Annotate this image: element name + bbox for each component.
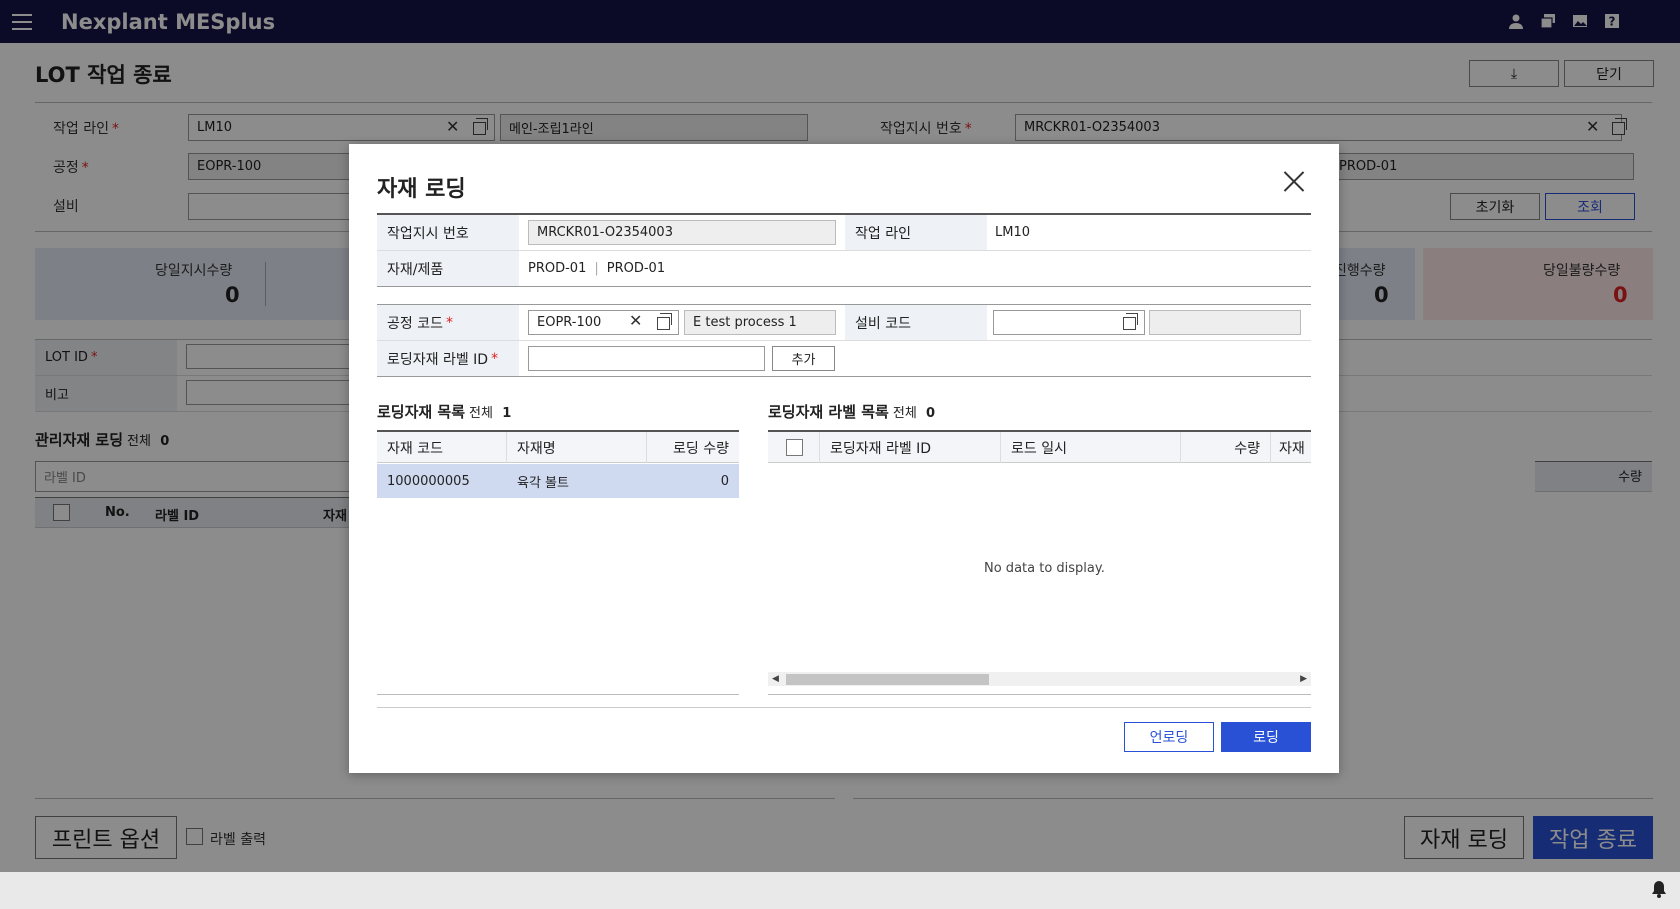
scroll-left-icon[interactable]: ◀: [772, 672, 779, 686]
clear-icon[interactable]: ✕: [629, 311, 642, 330]
grid-header: 로딩자재 라벨 ID 로드 일시 수량 자재: [768, 432, 1311, 463]
close-icon[interactable]: [1283, 170, 1305, 192]
loading-material-list-title: 로딩자재 목록 전체 1: [377, 403, 512, 421]
load-button[interactable]: 로딩: [1221, 722, 1311, 752]
material-value: PROD-01 | PROD-01: [528, 261, 666, 276]
popup-icon[interactable]: [657, 313, 672, 330]
label-id-label: 로딩자재 라벨 ID *: [377, 341, 519, 376]
wo-field: MRCKR01-O2354003: [528, 220, 836, 245]
loading-label-grid: 로딩자재 라벨 ID 로드 일시 수량 자재 No data to displa…: [768, 430, 1311, 695]
scroll-right-icon[interactable]: ▶: [1300, 672, 1307, 686]
wo-label: 작업지시 번호: [377, 215, 519, 250]
unload-button[interactable]: 언로딩: [1124, 722, 1214, 752]
equip-code-label: 설비 코드: [845, 305, 987, 340]
line-label: 작업 라인: [845, 215, 987, 250]
select-all-checkbox[interactable]: [786, 439, 803, 456]
horizontal-scrollbar[interactable]: ◀ ▶: [768, 672, 1311, 686]
empty-message: No data to display.: [984, 561, 1105, 576]
table-row[interactable]: 1000000005 육각 볼트 0: [377, 464, 739, 498]
line-value: LM10: [995, 225, 1031, 240]
grid-header: 자재 코드 자재명 로딩 수량: [377, 432, 739, 463]
bell-icon[interactable]: [1650, 880, 1668, 898]
material-label: 자재/제품: [377, 251, 519, 286]
material-loading-dialog: 자재 로딩 작업지시 번호 MRCKR01-O2354003 작업 라인 LM1…: [349, 144, 1339, 773]
popup-icon[interactable]: [1123, 313, 1138, 330]
equip-name-field: [1149, 310, 1301, 335]
scroll-thumb[interactable]: [786, 674, 989, 685]
label-id-input[interactable]: [528, 346, 765, 371]
loading-material-grid: 자재 코드 자재명 로딩 수량 1000000005 육각 볼트 0: [377, 430, 739, 695]
process-code-label: 공정 코드 *: [377, 305, 519, 340]
loading-label-list-title: 로딩자재 라벨 목록 전체 0: [768, 403, 936, 421]
add-button[interactable]: 추가: [772, 346, 835, 371]
dialog-title: 자재 로딩: [377, 177, 466, 202]
status-strip: [0, 872, 1680, 909]
process-name-field: E test process 1: [684, 310, 836, 335]
